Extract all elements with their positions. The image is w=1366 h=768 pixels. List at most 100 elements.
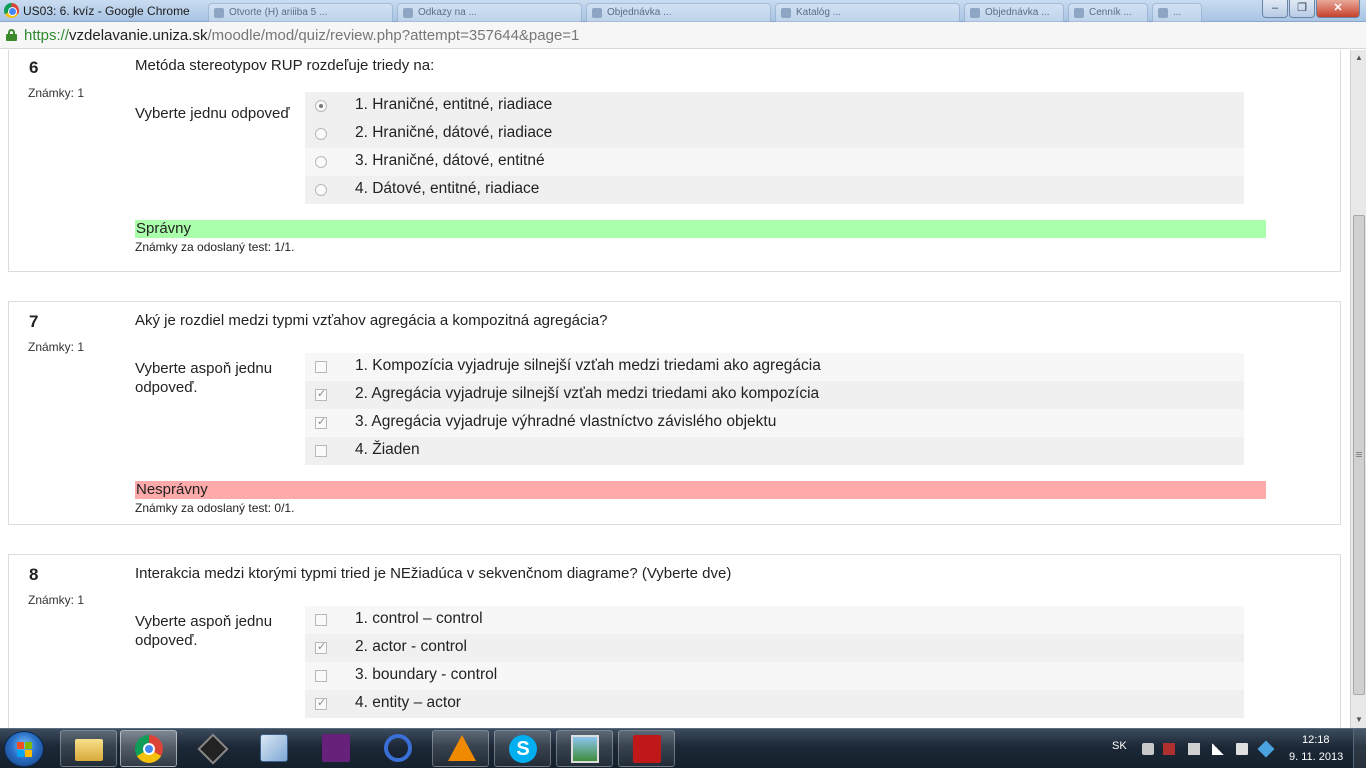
answer-option[interactable]: 1. Kompozícia vyjadruje silnejší vzťah m… <box>305 353 1244 381</box>
answer-label: 3. boundary - control <box>355 666 498 683</box>
photo-viewer-button[interactable] <box>556 730 613 767</box>
action-center-icon[interactable] <box>1163 743 1175 755</box>
answer-label: 1. control – control <box>355 610 483 627</box>
tray-arrow-icon[interactable] <box>1142 743 1154 755</box>
checkbox[interactable] <box>315 387 327 401</box>
checkbox[interactable] <box>315 670 327 682</box>
question-7: 7 Známky: 1 Aký je rozdiel medzi typmi v… <box>8 301 1341 525</box>
scrollbar-thumb[interactable] <box>1353 215 1365 695</box>
answer-option[interactable]: 3. boundary - control <box>305 662 1244 690</box>
close-button[interactable]: ✕ <box>1316 0 1360 18</box>
network-signal-icon[interactable] <box>1212 743 1224 755</box>
window-title: US03: 6. kvíz - Google Chrome <box>23 4 190 18</box>
url-text[interactable]: https://vzdelavanie.uniza.sk/moodle/mod/… <box>24 27 579 44</box>
question-number: 8 <box>29 565 39 584</box>
answer-label: 1. Kompozícia vyjadruje silnejší vzťah m… <box>355 357 821 374</box>
browser-tab-2[interactable]: Odkazy na ... <box>397 3 582 22</box>
question-number: 6 <box>29 58 39 77</box>
page-content: 6 Známky: 1 Metóda stereotypov RUP rozde… <box>0 50 1350 728</box>
answer-option[interactable]: 4. Dátové, entitné, riadiace <box>305 176 1244 204</box>
answer-option[interactable]: 4. entity – actor <box>305 690 1244 718</box>
answer-label: 2. Hraničné, dátové, riadiace <box>355 124 553 141</box>
vlc-icon <box>448 735 476 761</box>
skype-button[interactable]: S <box>494 730 551 767</box>
submitted-marks: Známky za odoslaný test: 0/1. <box>135 501 295 515</box>
windows-taskbar: S SK 12:18 9. 11. 2013 <box>0 728 1366 768</box>
windows-logo-icon <box>17 742 33 758</box>
answer-option[interactable]: 4. Žiaden <box>305 437 1244 465</box>
scroll-up-arrow-icon[interactable]: ▲ <box>1351 50 1366 66</box>
answer-option[interactable]: 2. Hraničné, dátové, riadiace <box>305 120 1244 148</box>
answer-label: 3. Agregácia vyjadruje výhradné vlastníc… <box>355 413 777 430</box>
answer-option[interactable]: 1. control – control <box>305 606 1244 634</box>
file-explorer-button[interactable] <box>60 730 117 767</box>
url-path: /moodle/mod/quiz/review.php?attempt=3576… <box>207 27 580 44</box>
chrome-icon <box>135 735 163 763</box>
question-grade: Známky: 1 <box>28 340 85 354</box>
answer-label: 3. Hraničné, dátové, entitné <box>355 152 545 169</box>
answer-label: 2. actor - control <box>355 638 467 655</box>
vlc-button[interactable] <box>432 730 489 767</box>
clock-date[interactable]: 9. 11. 2013 <box>1289 751 1343 763</box>
address-bar[interactable]: https://vzdelavanie.uniza.sk/moodle/mod/… <box>0 22 1366 49</box>
language-indicator[interactable]: SK <box>1112 740 1127 752</box>
vertical-scrollbar[interactable]: ▲ ▼ <box>1350 50 1366 728</box>
radio-button[interactable] <box>315 156 327 168</box>
radio-button[interactable] <box>315 100 327 112</box>
outcome-correct: Správny <box>135 220 1266 238</box>
checkbox[interactable] <box>315 361 327 373</box>
scroll-down-arrow-icon[interactable]: ▼ <box>1351 712 1366 728</box>
unity-button[interactable] <box>184 730 241 767</box>
answer-prompt: Vyberte jednu odpoveď <box>135 105 290 122</box>
radio-button[interactable] <box>315 128 327 140</box>
virtualbox-button[interactable] <box>246 730 303 767</box>
radio-button[interactable] <box>315 184 327 196</box>
answer-option[interactable]: 2. Agregácia vyjadruje silnejší vzťah me… <box>305 381 1244 409</box>
answer-option[interactable]: 2. actor - control <box>305 634 1244 662</box>
clock-time[interactable]: 12:18 <box>1302 734 1330 746</box>
checkbox[interactable] <box>315 696 327 710</box>
browser-tab-6[interactable]: Cenník ... <box>1068 3 1148 22</box>
start-button[interactable] <box>4 731 44 767</box>
adobe-reader-button[interactable] <box>618 730 675 767</box>
show-desktop-button[interactable] <box>1353 729 1366 768</box>
browser-tab-7[interactable]: ... <box>1152 3 1202 22</box>
answer-label: 2. Agregácia vyjadruje silnejší vzťah me… <box>355 385 820 402</box>
question-6: 6 Známky: 1 Metóda stereotypov RUP rozde… <box>8 50 1341 272</box>
question-8: 8 Známky: 1 Interakcia medzi ktorými typ… <box>8 554 1341 728</box>
submitted-marks: Známky za odoslaný test: 1/1. <box>135 240 295 254</box>
question-grade: Známky: 1 <box>28 86 85 100</box>
question-text: Metóda stereotypov RUP rozdeľuje triedy … <box>135 57 435 74</box>
speaker-icon[interactable] <box>1236 743 1248 755</box>
minimize-button[interactable]: – <box>1262 0 1288 18</box>
answer-option[interactable]: 3. Hraničné, dátové, entitné <box>305 148 1244 176</box>
checkbox[interactable] <box>315 445 327 457</box>
visual-studio-button[interactable] <box>308 730 365 767</box>
app-launcher-button[interactable] <box>370 730 427 767</box>
dropbox-icon[interactable] <box>1257 740 1275 758</box>
chrome-button[interactable] <box>120 730 177 767</box>
checkbox[interactable] <box>315 614 327 626</box>
checkbox[interactable] <box>315 415 327 429</box>
answer-list: 1. control – control 2. actor - control … <box>305 606 1244 718</box>
browser-tab-5[interactable]: Objednávka ... <box>964 3 1064 22</box>
answer-label: 1. Hraničné, entitné, riadiace <box>355 96 553 113</box>
answer-option[interactable]: 3. Agregácia vyjadruje výhradné vlastníc… <box>305 409 1244 437</box>
maximize-button[interactable]: ❐ <box>1289 0 1315 18</box>
visual-studio-icon <box>322 734 350 762</box>
answer-label: 4. Žiaden <box>355 441 420 458</box>
answer-list: 1. Hraničné, entitné, riadiace 2. Hranič… <box>305 92 1244 204</box>
unity-icon <box>197 733 229 765</box>
question-text: Interakcia medzi ktorými typmi tried je … <box>135 565 732 582</box>
browser-tab-4[interactable]: Katalóg ... <box>775 3 960 22</box>
answer-list: 1. Kompozícia vyjadruje silnejší vzťah m… <box>305 353 1244 465</box>
question-text: Aký je rozdiel medzi typmi vzťahov agreg… <box>135 312 608 329</box>
browser-tab-3[interactable]: Objednávka ... <box>586 3 771 22</box>
answer-option[interactable]: 1. Hraničné, entitné, riadiace <box>305 92 1244 120</box>
ring-icon <box>384 734 412 762</box>
browser-tab-1[interactable]: Otvorte (H) ariiiba 5 ... <box>208 3 393 22</box>
usb-icon[interactable] <box>1188 743 1200 755</box>
lock-icon[interactable] <box>6 29 17 41</box>
checkbox[interactable] <box>315 640 327 654</box>
question-number: 7 <box>29 312 39 331</box>
